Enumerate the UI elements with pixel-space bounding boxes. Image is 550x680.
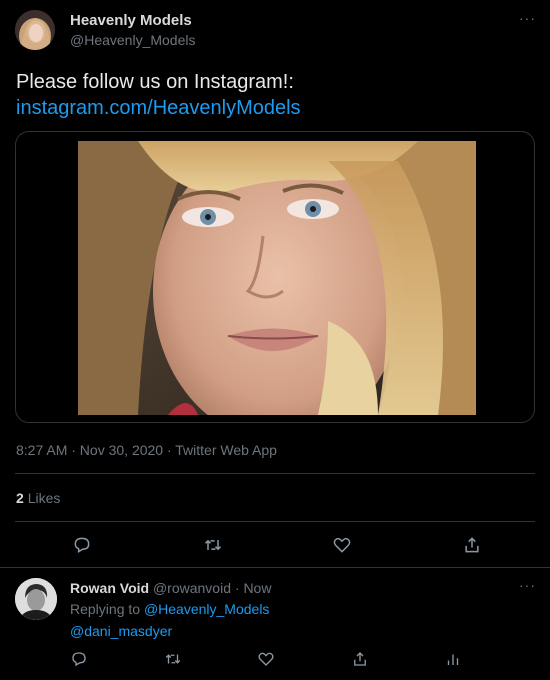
more-options-icon[interactable]: ··· (519, 578, 536, 592)
tweet-photo[interactable] (78, 141, 476, 415)
retweet-icon[interactable] (203, 535, 223, 555)
reply-author-handle[interactable]: @rowanvoid (153, 580, 231, 596)
likes-label: Likes (27, 490, 61, 506)
author-avatar[interactable] (15, 10, 55, 50)
like-icon[interactable] (257, 650, 277, 670)
reply-avatar[interactable] (15, 578, 57, 620)
more-options-icon[interactable]: ··· (519, 11, 536, 25)
reply-mention-link[interactable]: @Heavenly_Models (144, 601, 270, 617)
reply-author-name[interactable]: Rowan Void (70, 580, 149, 596)
replying-to: Replying to @Heavenly_Models (70, 601, 269, 617)
likes-count: 2 (16, 490, 24, 506)
tweet-text: Please follow us on Instagram!: (16, 71, 294, 93)
divider (15, 521, 535, 522)
share-icon[interactable] (462, 535, 482, 555)
divider (0, 567, 550, 568)
tweet-timestamp[interactable]: 8:27 AM · Nov 30, 2020 · Twitter Web App (16, 442, 277, 458)
tweet-link[interactable]: instagram.com/HeavenlyModels (16, 95, 301, 121)
media-card[interactable] (15, 131, 535, 423)
author-name[interactable]: Heavenly Models (70, 12, 192, 29)
divider (15, 473, 535, 474)
reply-header: Rowan Void @rowanvoid · Now (70, 580, 271, 596)
reply-time[interactable]: · Now (235, 580, 272, 596)
reply-mention-link[interactable]: @dani_masdyer (70, 623, 172, 639)
analytics-icon[interactable] (444, 650, 464, 670)
likes-summary[interactable]: 2 Likes (16, 490, 60, 506)
reply-icon[interactable] (72, 535, 92, 555)
like-icon[interactable] (332, 535, 352, 555)
replying-prefix: Replying to (70, 601, 141, 617)
retweet-icon[interactable] (164, 650, 184, 670)
author-handle[interactable]: @Heavenly_Models (70, 32, 196, 48)
reply-icon[interactable] (70, 650, 90, 670)
share-icon[interactable] (351, 650, 371, 670)
